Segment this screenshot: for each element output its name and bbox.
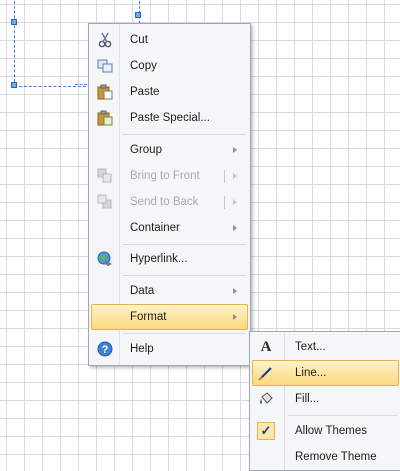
submenu-item-remove-theme-label: Remove Theme	[295, 451, 377, 463]
menu-item-bring-to-front[interactable]: Bring to Front	[91, 163, 248, 189]
selection-handle-top[interactable]	[135, 12, 141, 18]
menu-item-format[interactable]: Format	[91, 304, 248, 330]
send-to-back-icon	[96, 193, 114, 211]
selection-handle-left[interactable]	[11, 82, 17, 88]
line-format-icon	[257, 364, 275, 382]
submenu-item-fill-label: Fill...	[295, 393, 320, 405]
submenu-arrow-icon	[233, 173, 237, 179]
connector-line	[75, 84, 87, 85]
submenu-arrow-icon	[233, 147, 237, 153]
selection-handle-bottom-left[interactable]	[11, 19, 17, 25]
menu-item-group[interactable]: Group	[91, 137, 248, 163]
submenu-item-remove-theme[interactable]: Remove Theme	[252, 444, 399, 470]
menu-item-help-label: Help	[130, 343, 154, 355]
menu-item-container[interactable]: Container	[91, 215, 248, 241]
menu-item-group-label: Group	[130, 144, 162, 156]
context-menu: Cut Copy Paste Paste Special... Group Br…	[88, 23, 251, 366]
paste-special-icon	[96, 109, 114, 127]
menu-item-send-to-back[interactable]: Send to Back	[91, 189, 248, 215]
menu-item-cut[interactable]: Cut	[91, 27, 248, 53]
submenu-item-line[interactable]: Line...	[252, 360, 399, 386]
submenu-arrow-icon	[233, 225, 237, 231]
menu-item-data[interactable]: Data	[91, 278, 248, 304]
format-submenu: A Text... Line... Fill... ✓ Allow Themes…	[249, 331, 400, 471]
menu-item-copy-label: Copy	[130, 60, 157, 72]
menu-item-hyperlink-label: Hyperlink...	[130, 253, 188, 265]
submenu-item-fill[interactable]: Fill...	[252, 386, 399, 412]
menu-separator	[123, 134, 246, 135]
split-divider	[224, 196, 225, 209]
submenu-item-allow-themes-label: Allow Themes	[295, 425, 368, 437]
menu-separator	[123, 275, 246, 276]
menu-item-container-label: Container	[130, 222, 180, 234]
submenu-item-text-label: Text...	[295, 341, 326, 353]
copy-icon	[96, 57, 114, 75]
menu-separator	[288, 415, 397, 416]
menu-item-bring-to-front-label: Bring to Front	[130, 170, 200, 182]
paste-icon	[96, 83, 114, 101]
menu-item-cut-label: Cut	[130, 34, 148, 46]
menu-item-send-to-back-label: Send to Back	[130, 196, 199, 208]
fill-icon	[257, 390, 275, 408]
menu-item-paste-label: Paste	[130, 86, 160, 98]
menu-item-data-label: Data	[130, 285, 155, 297]
menu-item-paste-special[interactable]: Paste Special...	[91, 105, 248, 131]
menu-item-help[interactable]: ? Help	[91, 336, 248, 362]
submenu-item-allow-themes[interactable]: ✓ Allow Themes	[252, 418, 399, 444]
submenu-arrow-icon	[233, 199, 237, 205]
split-divider	[224, 170, 225, 183]
menu-item-paste-special-label: Paste Special...	[130, 112, 210, 124]
menu-separator	[123, 333, 246, 334]
checkmark-icon: ✓	[257, 422, 275, 440]
text-format-icon: A	[260, 338, 272, 355]
help-icon: ?	[96, 340, 114, 358]
menu-item-hyperlink[interactable]: Hyperlink...	[91, 246, 248, 272]
menu-item-format-label: Format	[130, 311, 167, 323]
hyperlink-icon	[96, 250, 114, 268]
submenu-arrow-icon	[233, 314, 237, 320]
svg-text:?: ?	[102, 344, 109, 356]
menu-item-paste[interactable]: Paste	[91, 79, 248, 105]
submenu-arrow-icon	[233, 288, 237, 294]
bring-to-front-icon	[96, 167, 114, 185]
submenu-item-text[interactable]: A Text...	[252, 334, 399, 360]
scissors-icon	[96, 31, 114, 49]
submenu-item-line-label: Line...	[295, 367, 327, 379]
menu-separator	[123, 244, 246, 245]
menu-item-copy[interactable]: Copy	[91, 53, 248, 79]
